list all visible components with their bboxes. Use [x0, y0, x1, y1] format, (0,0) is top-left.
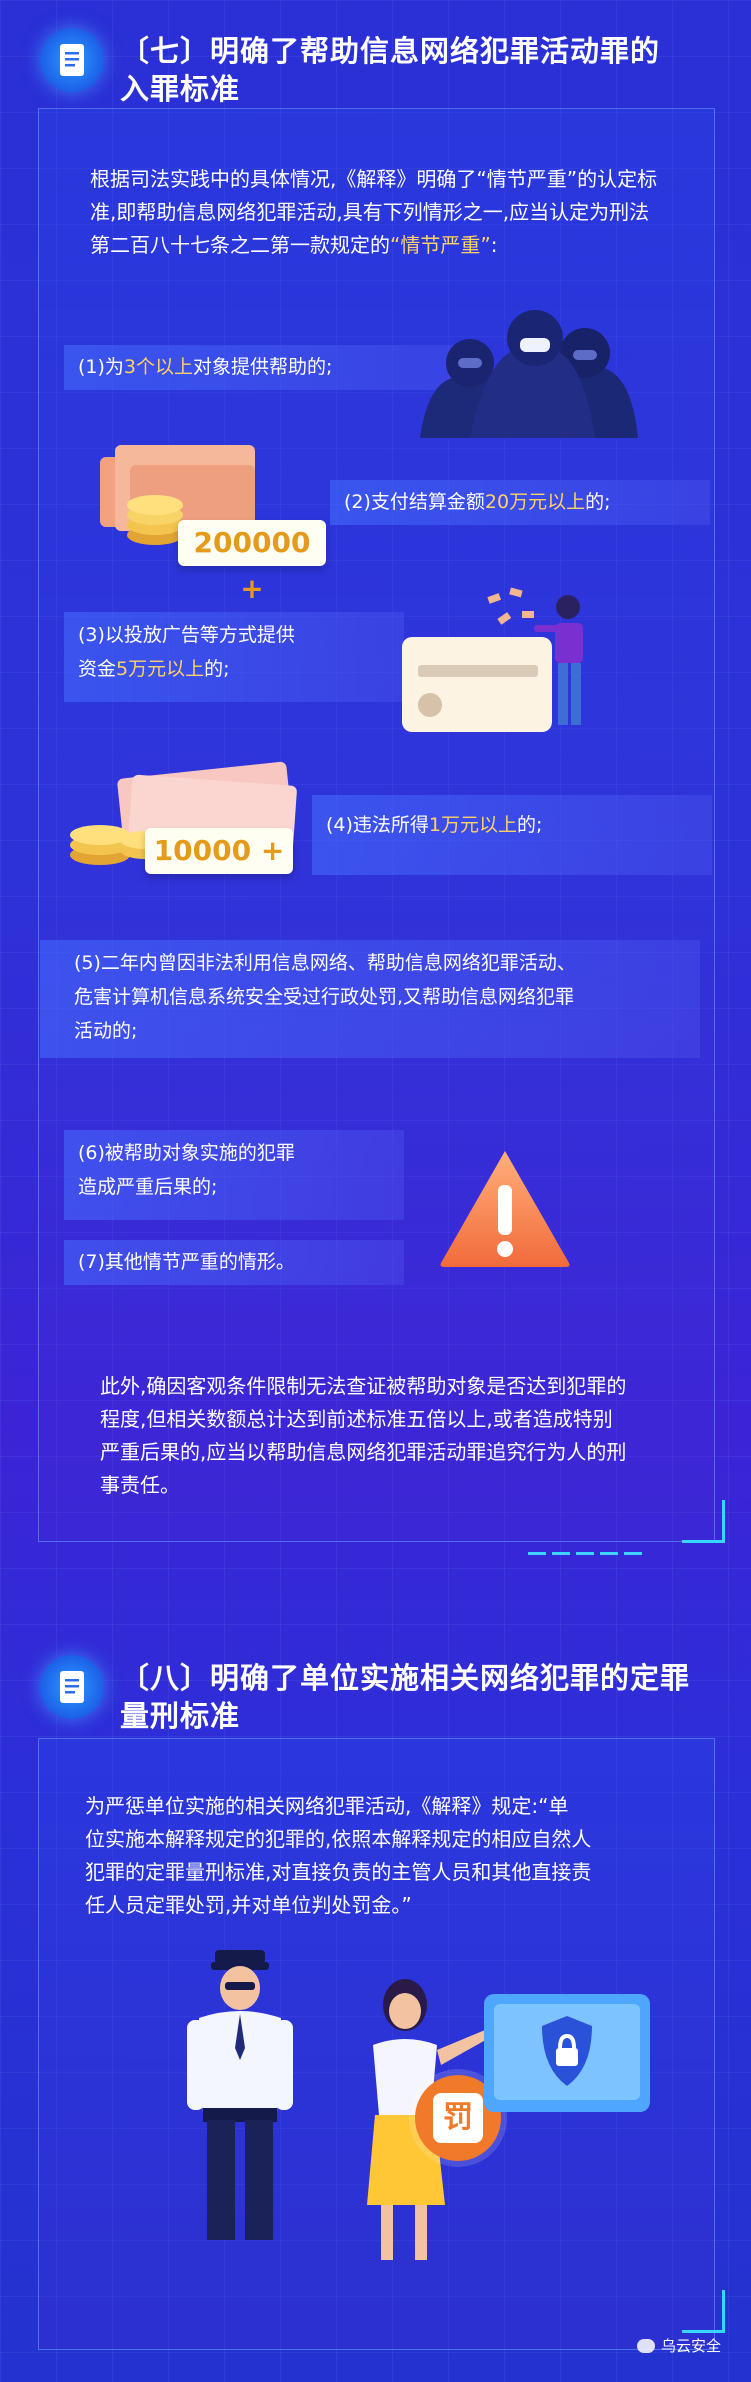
closing-line3: 严重后果的,应当以帮助信息网络犯罪活动罪追究行为人的刑 — [100, 1440, 627, 1464]
intro-text: 根据司法实践中的具体情况,《解释》明确了“情节严重”的认定标准,即帮助信息网络犯… — [90, 167, 658, 257]
section8-para-line4: 任人员定罪处罚,并对单位判处罚金。” — [85, 1893, 412, 1917]
hacker-figures-icon — [420, 310, 638, 438]
section8-paragraph: 为严惩单位实施的相关网络犯罪活动,《解释》规定:“单 位实施本解释规定的犯罪的,… — [85, 1790, 675, 1922]
item1-bar: (1)为3个以上对象提供帮助的; — [64, 345, 464, 390]
item3-line1: (3)以投放广告等方式提供 — [78, 624, 295, 646]
item1-prefix: (1)为 — [78, 356, 124, 378]
section7-intro: 根据司法实践中的具体情况,《解释》明确了“情节严重”的认定标准,即帮助信息网络犯… — [90, 163, 665, 262]
item5-bar: (5)二年内曾因非法利用信息网络、帮助信息网络犯罪活动、 危害计算机信息系统安全… — [40, 940, 700, 1058]
item5-line1: (5)二年内曾因非法利用信息网络、帮助信息网络犯罪活动、 — [74, 952, 576, 974]
closing-line2: 程度,但相关数额总计达到前述标准五倍以上,或者造成特别 — [100, 1407, 613, 1431]
item3-highlight: 5万元以上 — [116, 658, 205, 680]
item4-suffix: 的; — [517, 814, 543, 836]
item3-suffix: 的; — [204, 658, 230, 680]
amount-badge-200000: 200000 + — [178, 520, 326, 605]
item5-line3: 活动的; — [74, 1020, 138, 1042]
amount-badge-10000: 10000 + — [145, 828, 293, 874]
document-icon — [40, 1655, 104, 1719]
item2-prefix: (2)支付结算金额 — [344, 491, 485, 513]
document-icon — [40, 28, 104, 92]
section7-title-line2: 入罪标准 — [120, 72, 241, 106]
section8-header: 〔八〕明确了单位实施相关网络犯罪的定罪 量刑标准 — [40, 1655, 720, 1733]
item2-bar: (2)支付结算金额20万元以上的; — [330, 480, 710, 525]
watermark-text: 乌云安全 — [660, 2337, 721, 2355]
police-officer-icon — [187, 1950, 293, 2240]
item7-bar: (7)其他情节严重的情形。 — [64, 1240, 404, 1285]
source-watermark: 乌云安全 — [636, 2335, 721, 2356]
section8-para-line3: 犯罪的定罪量刑标准,对直接负责的主管人员和其他直接责 — [85, 1860, 592, 1884]
item6-line1: (6)被帮助对象实施的犯罪 — [78, 1142, 295, 1164]
money-thrower-icon — [487, 587, 583, 725]
section8-title: 〔八〕明确了单位实施相关网络犯罪的定罪 量刑标准 — [120, 1659, 690, 1735]
penalty-stamp-text: 罚 — [433, 2093, 483, 2143]
item6-line2: 造成严重后果的; — [78, 1176, 218, 1198]
panel-corner-accent — [682, 1500, 725, 1543]
item3-bar: (3)以投放广告等方式提供 资金5万元以上的; — [64, 612, 404, 702]
section8-title-line2: 量刑标准 — [120, 1699, 241, 1733]
warning-triangle-icon — [440, 1151, 570, 1267]
item5-line2: 危害计算机信息系统安全受过行政处罚,又帮助信息网络犯罪 — [74, 986, 575, 1008]
item1-suffix: 对象提供帮助的; — [193, 356, 333, 378]
section7-title-line1: 〔七〕明确了帮助信息网络犯罪活动罪的 — [120, 34, 661, 68]
item1-highlight: 3个以上 — [123, 356, 194, 378]
item2-highlight: 20万元以上 — [484, 491, 586, 513]
section8-title-line1: 〔八〕明确了单位实施相关网络犯罪的定罪 — [120, 1661, 691, 1695]
item4-bar: (4)违法所得1万元以上的; — [312, 795, 712, 875]
item7-text: (7)其他情节严重的情形。 — [78, 1251, 295, 1273]
shield-lock-screen-icon — [484, 1994, 650, 2112]
item3-prefix: 资金 — [78, 658, 117, 680]
item3-line2: 资金5万元以上的; — [78, 652, 404, 686]
item2-suffix: 的; — [585, 491, 611, 513]
panel-dash-accent — [528, 1540, 648, 1555]
closing-line1: 此外,确因客观条件限制无法查证被帮助对象是否达到犯罪的 — [100, 1374, 627, 1398]
intro-end: : — [490, 233, 498, 257]
section7-header: 〔七〕明确了帮助信息网络犯罪活动罪的 入罪标准 — [40, 28, 720, 106]
section8-para-line2: 位实施本解释规定的犯罪的,依照本解释规定的相应自然人 — [85, 1827, 592, 1851]
wechat-icon — [636, 2339, 655, 2353]
section8-para-line1: 为严惩单位实施的相关网络犯罪活动,《解释》规定:“单 — [85, 1794, 569, 1818]
section7-title: 〔七〕明确了帮助信息网络犯罪活动罪的 入罪标准 — [120, 32, 660, 108]
closing-line4: 事责任。 — [100, 1473, 180, 1497]
section7-closing: 此外,确因客观条件限制无法查证被帮助对象是否达到犯罪的 程度,但相关数额总计达到… — [100, 1370, 680, 1502]
intro-highlight: “情节严重” — [390, 233, 491, 257]
item6-bar: (6)被帮助对象实施的犯罪 造成严重后果的; — [64, 1130, 404, 1220]
item4-highlight: 1万元以上 — [428, 814, 518, 836]
item4-prefix: (4)违法所得 — [326, 814, 429, 836]
panel-corner-accent — [682, 2290, 725, 2333]
